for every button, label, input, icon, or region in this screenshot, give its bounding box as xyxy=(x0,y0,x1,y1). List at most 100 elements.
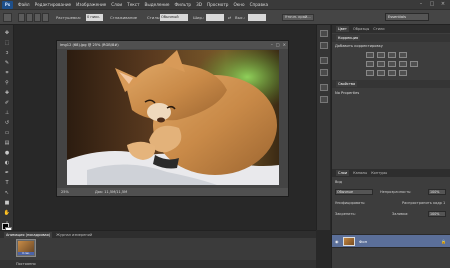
minimize-icon[interactable]: – xyxy=(417,1,425,7)
clone-source-panel-icon[interactable] xyxy=(320,69,328,76)
color-balance-icon[interactable] xyxy=(388,61,396,67)
paragraph-panel-icon[interactable] xyxy=(320,96,328,103)
hand-tool-icon[interactable]: ✋ xyxy=(3,210,11,217)
gradient-map-icon[interactable] xyxy=(399,70,407,76)
menu-type[interactable]: Текст xyxy=(127,2,139,7)
posterize-icon[interactable] xyxy=(377,70,385,76)
tools-panel: ✥ ⬚ ↄ ✎ ⌗ ⚲ ✚ ✐ ⊥ ↺ ▭ ▤ ● ◐ ✒ T ↖ ■ ✋ ⌕ xyxy=(0,25,14,235)
properties-empty-text: No Properties xyxy=(335,91,360,95)
style-select[interactable]: Обычный xyxy=(160,14,188,21)
curves-icon[interactable] xyxy=(388,52,396,58)
propagate-frame-checkbox[interactable]: Распространить кадр 1 xyxy=(402,201,445,205)
menu-layers[interactable]: Слои xyxy=(111,2,122,7)
antialias-checkbox[interactable]: Сглаживание xyxy=(110,15,137,20)
tab-layers[interactable]: Слои xyxy=(336,170,350,176)
selection-mode-subtract-icon[interactable] xyxy=(34,13,41,22)
layer-row-background[interactable]: ◉ Фон 🔒 xyxy=(332,234,450,248)
menu-select[interactable]: Выделение xyxy=(145,2,170,7)
cat-photo xyxy=(67,50,279,185)
refine-edge-button[interactable]: Уточн. край... xyxy=(282,14,314,21)
brush-panel-icon[interactable] xyxy=(320,57,328,64)
selection-mode-add-icon[interactable] xyxy=(26,13,33,22)
zoom-level[interactable]: 25% xyxy=(61,188,69,196)
actions-panel-icon[interactable] xyxy=(320,42,328,49)
brightness-contrast-icon[interactable] xyxy=(366,52,374,58)
blur-tool-icon[interactable]: ● xyxy=(3,150,11,157)
opacity-label: Непрозрачность: xyxy=(380,190,412,194)
marquee-tool-icon[interactable] xyxy=(3,13,12,22)
hue-saturation-icon[interactable] xyxy=(377,61,385,67)
properties-panel-tabs: Свойства xyxy=(332,80,450,88)
clone-stamp-tool-icon[interactable]: ⊥ xyxy=(3,110,11,117)
threshold-icon[interactable] xyxy=(388,70,396,76)
tab-styles[interactable]: Стили xyxy=(373,27,384,31)
quick-select-tool-icon[interactable]: ✎ xyxy=(3,60,11,67)
opacity-input[interactable]: 100% xyxy=(428,189,446,195)
tab-adjustments[interactable]: Коррекция xyxy=(336,35,361,41)
type-tool-icon[interactable]: T xyxy=(3,180,11,187)
swap-icon[interactable]: ⇄ xyxy=(228,15,231,20)
animation-panel: Анимация (покадровая) Журнал измерений 0… xyxy=(0,230,316,268)
tab-channels[interactable]: Каналы xyxy=(353,171,367,175)
menu-file[interactable]: Файл xyxy=(18,2,30,7)
menu-window[interactable]: Окно xyxy=(233,2,244,7)
tab-measurement-log[interactable]: Журнал измерений xyxy=(56,233,92,237)
workspace-switcher[interactable]: Essentials xyxy=(385,13,429,21)
gradient-tool-icon[interactable]: ▤ xyxy=(3,140,11,147)
eyedropper-tool-icon[interactable]: ⚲ xyxy=(3,80,11,87)
selection-mode-intersect-icon[interactable] xyxy=(42,13,49,22)
doc-maximize-icon[interactable]: □ xyxy=(276,41,280,49)
tab-color[interactable]: Цвет xyxy=(336,26,349,32)
animation-panel-tabs: Анимация (покадровая) Журнал измерений xyxy=(0,231,316,238)
lasso-tool-icon[interactable]: ↄ xyxy=(3,50,11,57)
character-panel-icon[interactable] xyxy=(320,84,328,91)
shape-tool-icon[interactable]: ■ xyxy=(3,200,11,207)
frame-delay[interactable]: 0 сек. xyxy=(18,252,34,255)
document-tab[interactable]: img12 (68).jpg @ 25% (RGB/8#) – □ × xyxy=(57,41,288,49)
doc-close-icon[interactable]: × xyxy=(283,41,286,49)
feather-input[interactable]: 0 пикс. xyxy=(86,14,103,21)
close-icon[interactable]: × xyxy=(439,1,447,7)
width-input[interactable] xyxy=(206,14,224,21)
path-selection-tool-icon[interactable]: ↖ xyxy=(3,190,11,197)
menu-image[interactable]: Изображение xyxy=(76,2,106,7)
history-brush-tool-icon[interactable]: ↺ xyxy=(3,120,11,127)
width-label: Шир.: xyxy=(193,15,205,20)
menu-filter[interactable]: Фильтр xyxy=(175,2,192,7)
move-tool-icon[interactable]: ✥ xyxy=(3,30,11,37)
pen-tool-icon[interactable]: ✒ xyxy=(3,170,11,177)
selection-mode-new-icon[interactable] xyxy=(18,13,25,22)
black-white-icon[interactable] xyxy=(399,61,407,67)
history-panel-icon[interactable] xyxy=(320,30,328,37)
levels-icon[interactable] xyxy=(377,52,385,58)
fill-input[interactable]: 100% xyxy=(428,211,446,217)
menu-view[interactable]: Просмотр xyxy=(207,2,229,7)
crop-tool-icon[interactable]: ⌗ xyxy=(3,70,11,77)
layer-filter-kind[interactable]: Вид xyxy=(335,180,342,184)
menu-edit[interactable]: Редактирование xyxy=(35,2,72,7)
tab-swatches[interactable]: Образцы xyxy=(353,27,369,31)
invert-icon[interactable] xyxy=(366,70,374,76)
height-input[interactable] xyxy=(248,14,266,21)
healing-brush-tool-icon[interactable]: ✚ xyxy=(3,90,11,97)
tab-properties[interactable]: Свойства xyxy=(336,81,358,87)
dodge-tool-icon[interactable]: ◐ xyxy=(3,160,11,167)
visibility-eye-icon[interactable]: ◉ xyxy=(335,239,341,244)
loop-select[interactable]: Постоянно xyxy=(16,260,36,268)
exposure-icon[interactable] xyxy=(399,52,407,58)
blend-mode-select[interactable]: Обычные xyxy=(335,189,373,195)
vibrance-icon[interactable] xyxy=(366,61,374,67)
tab-paths[interactable]: Контуры xyxy=(371,171,387,175)
doc-minimize-icon[interactable]: – xyxy=(271,41,273,49)
brush-tool-icon[interactable]: ✐ xyxy=(3,100,11,107)
animation-frame-1[interactable]: 0 сек. xyxy=(16,239,36,257)
photo-filter-icon[interactable] xyxy=(410,61,418,67)
maximize-icon[interactable]: □ xyxy=(428,1,436,7)
image-canvas[interactable] xyxy=(67,50,279,185)
eraser-tool-icon[interactable]: ▭ xyxy=(3,130,11,137)
tab-animation[interactable]: Анимация (покадровая) xyxy=(4,231,53,238)
menu-bar: Ps Файл Редактирование Изображение Слои … xyxy=(0,0,450,9)
menu-3d[interactable]: 3D xyxy=(196,2,202,7)
menu-help[interactable]: Справка xyxy=(250,2,268,7)
marquee-tool-icon[interactable]: ⬚ xyxy=(3,40,11,47)
